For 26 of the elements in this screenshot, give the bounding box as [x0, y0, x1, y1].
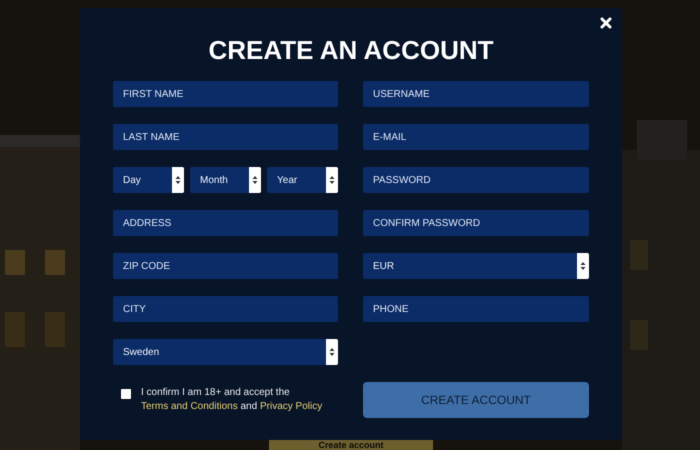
year-select[interactable]: Year: [267, 167, 338, 193]
text-field[interactable]: CITY: [113, 296, 338, 322]
spinner-icon: [249, 167, 261, 193]
consent-checkbox[interactable]: [121, 389, 131, 399]
spinner-icon: [326, 167, 338, 193]
dropdown-select[interactable]: Sweden: [113, 339, 338, 365]
terms-link[interactable]: Terms and Conditions: [141, 401, 238, 412]
text-field[interactable]: PHONE: [363, 296, 589, 322]
spinner-icon: [577, 253, 589, 279]
dropdown-select[interactable]: EUR: [363, 253, 589, 279]
spinner-icon: [172, 167, 184, 193]
text-field[interactable]: ADDRESS: [113, 210, 338, 236]
month-select[interactable]: Month: [190, 167, 261, 193]
day-select[interactable]: Day: [113, 167, 184, 193]
spinner-icon: [326, 339, 338, 365]
text-field[interactable]: USERNAME: [363, 81, 589, 107]
privacy-link[interactable]: Privacy Policy: [260, 401, 322, 412]
text-field[interactable]: CONFIRM PASSWORD: [363, 210, 589, 236]
text-field[interactable]: LAST NAME: [113, 124, 338, 150]
close-icon[interactable]: [600, 17, 612, 29]
consent-text: I confirm I am 18+ and accept the Terms and Conditions and Privacy Policy: [141, 386, 324, 414]
dialog-title: CREATE AN ACCOUNT: [208, 35, 494, 65]
text-field[interactable]: ZIP CODE: [113, 253, 338, 279]
text-field[interactable]: E-MAIL: [363, 124, 589, 150]
text-field[interactable]: PASSWORD: [363, 167, 589, 193]
text-field[interactable]: FIRST NAME: [113, 81, 338, 107]
